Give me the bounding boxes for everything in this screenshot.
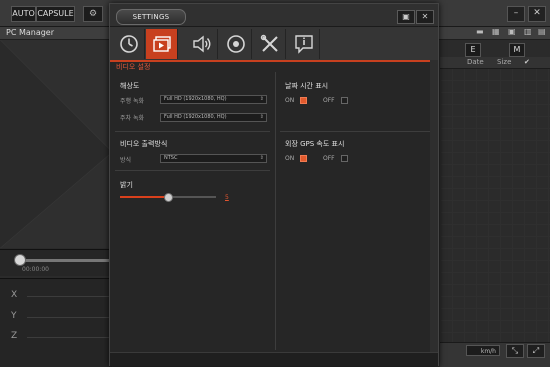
resize-icon[interactable]: ⤡ xyxy=(506,344,524,358)
parking-resolution-value: Full HD (1920x1080, HQ) xyxy=(164,114,227,120)
file-list-header: Date Size ✔ xyxy=(440,57,550,69)
axis-z-label: Z xyxy=(11,331,18,341)
column-divider xyxy=(275,72,276,350)
datetime-on-label: ON xyxy=(285,97,295,104)
dialog-close-button[interactable]: ✕ xyxy=(416,10,434,24)
datetime-on-checkbox[interactable] xyxy=(300,97,307,104)
select-arrows-icon: ⇕ xyxy=(259,114,264,120)
auto-mode-button[interactable]: AUTO xyxy=(11,6,36,22)
gps-speed-heading: 외장 GPS 속도 표시 xyxy=(285,140,345,148)
output-mode-label: 방식 xyxy=(120,157,132,164)
dialog-footer xyxy=(110,352,438,366)
video-icon xyxy=(153,36,171,52)
minimize-button[interactable]: – xyxy=(507,6,525,22)
tab-sound[interactable] xyxy=(186,29,218,59)
brightness-slider-handle[interactable] xyxy=(164,193,173,202)
save-settings-icon[interactable]: ▣ xyxy=(397,10,415,24)
gps-on-label: ON xyxy=(285,155,295,162)
dialog-title: SETTINGS xyxy=(116,9,186,25)
divider xyxy=(280,131,430,132)
capsule-mode-button[interactable]: CAPSULE xyxy=(36,6,75,22)
check-all-icon[interactable]: ✔ xyxy=(524,58,530,66)
video-preview xyxy=(0,40,113,248)
size-column-header: Size xyxy=(497,58,512,66)
axis-y-label: Y xyxy=(11,311,17,321)
date-column-header: Date xyxy=(467,58,484,66)
tab-info[interactable] xyxy=(288,29,320,59)
parking-record-label: 주차 녹화 xyxy=(120,115,144,122)
axis-x-line xyxy=(27,296,112,297)
seek-track[interactable] xyxy=(18,259,112,262)
more-icon[interactable]: ▤ xyxy=(538,28,546,36)
resolution-heading: 해상도 xyxy=(120,82,140,90)
clock-icon xyxy=(120,35,138,53)
driving-resolution-select[interactable]: Full HD (1920x1080, HQ) ⇕ xyxy=(160,95,267,104)
divider xyxy=(115,170,270,171)
gear-icon[interactable]: ⚙ xyxy=(83,6,103,22)
record-icon xyxy=(227,35,245,53)
datetime-off-checkbox[interactable] xyxy=(341,97,348,104)
axis-x-label: X xyxy=(11,290,18,300)
parking-resolution-select[interactable]: Full HD (1920x1080, HQ) ⇕ xyxy=(160,113,267,122)
info-icon xyxy=(295,35,313,54)
tools-icon xyxy=(260,34,278,52)
brightness-value: 5 xyxy=(225,194,229,201)
gps-off-label: OFF xyxy=(323,155,335,162)
folder-icon[interactable]: ▬ xyxy=(476,28,484,36)
brightness-slider-fill xyxy=(120,196,168,198)
tab-video[interactable] xyxy=(146,29,178,59)
video-output-heading: 비디오 출력방식 xyxy=(120,140,168,148)
timecode: 00:00:00 xyxy=(22,266,49,273)
fullscreen-icon[interactable]: ⤢ xyxy=(527,344,545,358)
divider xyxy=(115,131,270,132)
axis-y-line xyxy=(27,317,112,318)
seek-handle[interactable] xyxy=(14,254,26,266)
gps-on-checkbox[interactable] xyxy=(300,155,307,162)
manual-filter-button[interactable]: M xyxy=(509,43,525,57)
section-subtitle: 비디오 설정 xyxy=(116,63,151,71)
output-mode-select[interactable]: NTSC ⇕ xyxy=(160,154,267,163)
brightness-heading: 밝기 xyxy=(120,181,133,189)
driving-resolution-value: Full HD (1920x1080, HQ) xyxy=(164,96,227,102)
tab-clock[interactable] xyxy=(113,29,145,59)
datetime-display-heading: 날짜 시간 표시 xyxy=(285,82,329,90)
gps-off-checkbox[interactable] xyxy=(341,155,348,162)
dialog-scrollbar[interactable] xyxy=(430,60,438,356)
tab-record[interactable] xyxy=(220,29,252,59)
calendar-icon[interactable]: ▦ xyxy=(492,28,500,36)
pc-manager-title: PC Manager xyxy=(6,28,55,37)
delete-icon[interactable]: ▥ xyxy=(524,28,532,36)
tab-tools[interactable] xyxy=(254,29,286,59)
output-mode-value: NTSC xyxy=(164,155,178,161)
axis-z-line xyxy=(27,337,112,338)
speaker-icon xyxy=(193,35,211,53)
save-icon[interactable]: ▣ xyxy=(508,28,516,36)
driving-record-label: 주행 녹화 xyxy=(120,98,144,105)
datetime-off-label: OFF xyxy=(323,97,335,104)
file-list[interactable] xyxy=(440,68,550,342)
select-arrows-icon: ⇕ xyxy=(259,155,264,161)
select-arrows-icon: ⇕ xyxy=(259,96,264,102)
close-button[interactable]: ✕ xyxy=(528,6,546,22)
speed-unit-button[interactable]: km/h xyxy=(466,345,500,356)
event-filter-button[interactable]: E xyxy=(465,43,481,57)
